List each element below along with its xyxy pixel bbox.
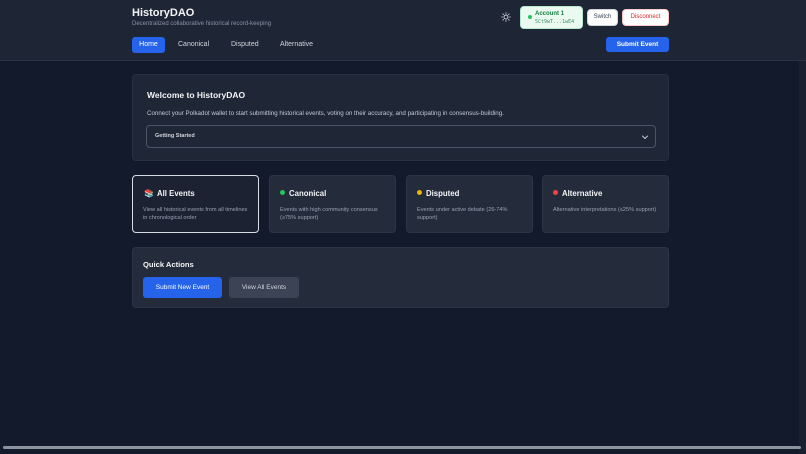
category-alternative[interactable]: Alternative Alternative interpretations …	[542, 175, 669, 233]
app-title: HistoryDAO	[132, 7, 195, 19]
quick-actions-title: Quick Actions	[143, 260, 194, 269]
category-title: Disputed	[426, 189, 460, 198]
submit-new-event-button[interactable]: Submit New Event	[143, 277, 222, 298]
canonical-status-dot	[280, 190, 285, 195]
switch-account-button[interactable]: Switch	[587, 9, 618, 26]
nav-alternative[interactable]: Alternative	[280, 37, 313, 53]
connected-status-dot	[528, 15, 532, 19]
submit-event-button[interactable]: Submit Event	[606, 37, 669, 52]
disputed-status-dot	[417, 190, 422, 195]
vertical-scrollbar[interactable]	[799, 61, 806, 454]
app-subtitle: Decentralized collaborative historical r…	[132, 21, 272, 27]
account-indicator[interactable]: Account 1 5Ct9wT...1wE4	[520, 6, 583, 29]
welcome-card: Welcome to HistoryDAO Connect your Polka…	[132, 74, 669, 161]
account-address: 5Ct9wT...1wE4	[535, 19, 575, 25]
view-all-events-button[interactable]: View All Events	[229, 277, 299, 298]
category-description: Events with high community consensus (≥7…	[280, 207, 378, 221]
horizontal-scrollbar[interactable]	[3, 446, 801, 449]
nav-canonical[interactable]: Canonical	[178, 37, 209, 53]
category-title: Alternative	[562, 189, 603, 198]
chevron-down-icon	[642, 135, 648, 139]
alternative-status-dot	[553, 190, 558, 195]
sun-icon[interactable]	[501, 12, 511, 22]
getting-started-dropdown[interactable]: Getting Started	[146, 125, 656, 148]
disconnect-button[interactable]: Disconnect	[622, 9, 669, 26]
app-header: HistoryDAO Decentralized collaborative h…	[0, 0, 806, 61]
welcome-text: Connect your Polkadot wallet to start su…	[147, 110, 504, 117]
books-icon: 📚	[144, 189, 154, 198]
category-canonical[interactable]: Canonical Events with high community con…	[269, 175, 396, 233]
category-all-events[interactable]: 📚 All Events View all historical events …	[132, 175, 259, 233]
category-disputed[interactable]: Disputed Events under active debate (26-…	[406, 175, 533, 233]
category-description: Events under active debate (26-74% suppo…	[417, 207, 508, 221]
category-description: View all historical events from all time…	[143, 207, 248, 221]
nav-home[interactable]: Home	[132, 37, 165, 53]
nav-disputed[interactable]: Disputed	[231, 37, 259, 53]
welcome-title: Welcome to HistoryDAO	[147, 90, 246, 100]
quick-actions-card: Quick Actions Submit New Event View All …	[132, 247, 669, 308]
category-title: Canonical	[289, 189, 327, 198]
category-title: All Events	[157, 189, 195, 198]
getting-started-label: Getting Started	[155, 133, 195, 139]
category-description: Alternative interpretations (≤25% suppor…	[553, 207, 657, 213]
account-name: Account 1	[535, 11, 565, 17]
